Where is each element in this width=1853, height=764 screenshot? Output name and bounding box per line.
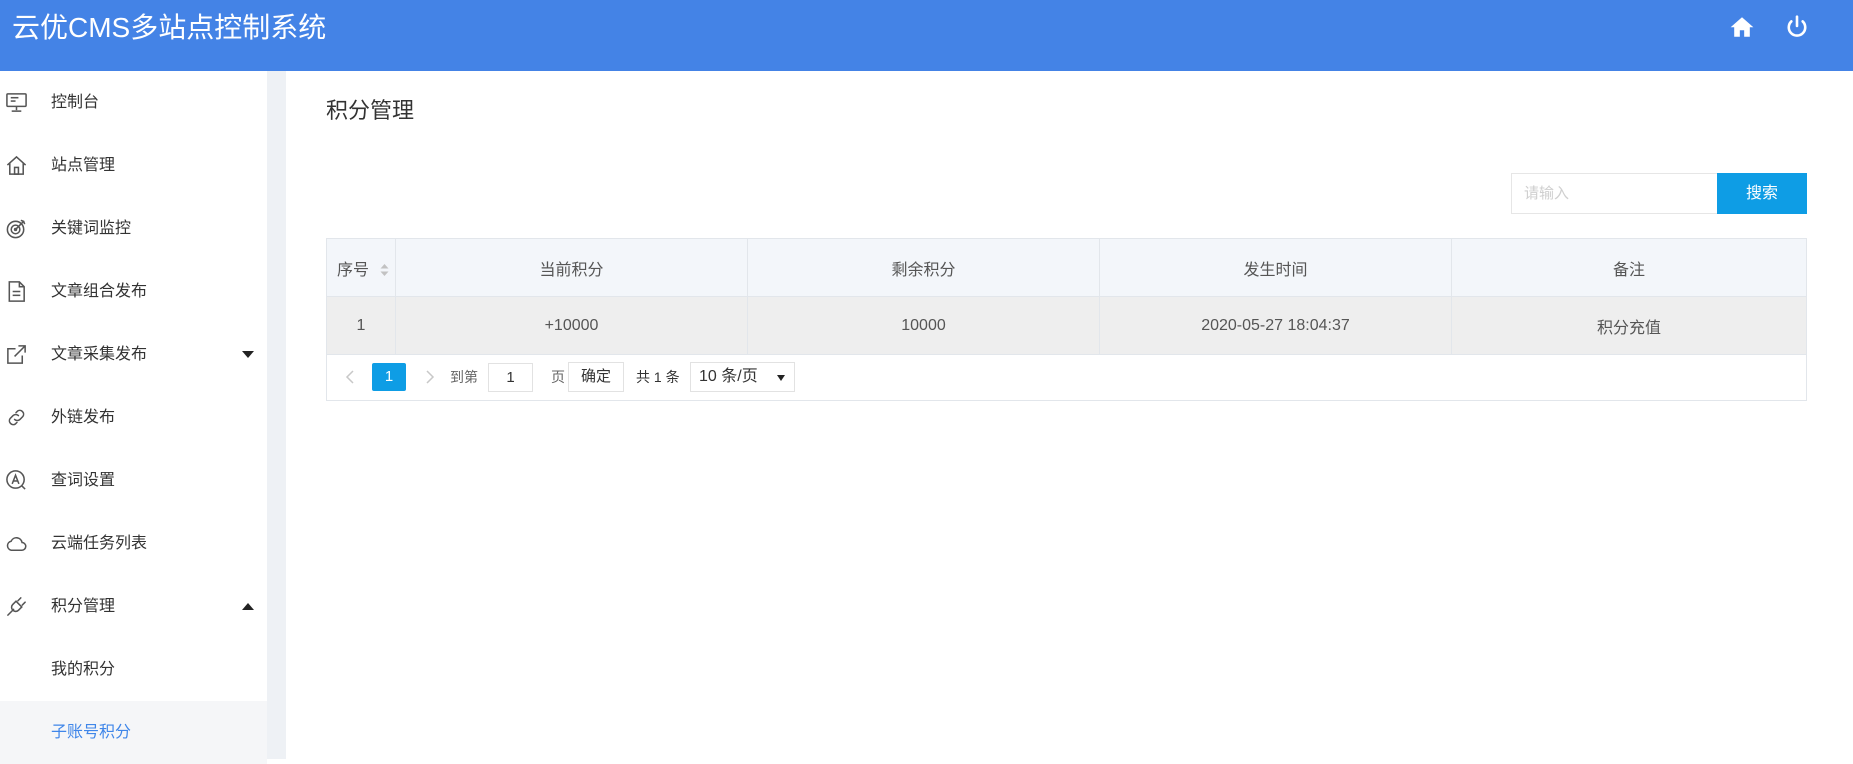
- cell-time: 2020-05-27 18:04:37: [1100, 297, 1452, 354]
- target-icon: [5, 217, 28, 240]
- link-icon: [5, 406, 28, 429]
- sidebar-item-query-settings[interactable]: 查词设置: [0, 449, 267, 512]
- pagination: 1 到第 页 确定 共 1 条 10 条/页: [327, 355, 1806, 400]
- column-header-time: 发生时间: [1100, 239, 1452, 296]
- column-header-index[interactable]: 序号: [327, 239, 396, 296]
- sidebar-item-label: 关键词监控: [51, 220, 132, 237]
- sidebar-item-dashboard[interactable]: 控制台: [0, 71, 267, 134]
- sidebar-subitem-subaccount-points[interactable]: 子账号积分: [0, 701, 267, 764]
- plug-icon: [5, 595, 28, 618]
- external-link-icon: [5, 343, 28, 366]
- sidebar-item-label: 积分管理: [51, 598, 116, 615]
- goto-label: 到第: [450, 369, 478, 385]
- page-size-value: 10 条/页: [699, 368, 758, 385]
- sidebar-divider: [267, 71, 286, 759]
- column-header-remaining-points: 剩余积分: [748, 239, 1100, 296]
- page-size-select[interactable]: 10 条/页: [690, 362, 795, 392]
- dropdown-arrow-icon: [777, 375, 785, 381]
- chevron-right-icon[interactable]: [420, 368, 438, 386]
- cell-index: 1: [327, 297, 396, 354]
- caret-up-icon: [242, 603, 254, 610]
- sidebar-item-label: 查词设置: [51, 472, 116, 489]
- total-count: 共 1 条: [636, 369, 680, 385]
- sidebar-item-sites[interactable]: 站点管理: [0, 134, 267, 197]
- sidebar-item-article-collect[interactable]: 文章采集发布: [0, 323, 267, 386]
- sidebar-item-external-links[interactable]: 外链发布: [0, 386, 267, 449]
- search-input[interactable]: [1511, 173, 1717, 214]
- caret-down-icon: [242, 351, 254, 358]
- home-icon[interactable]: [1729, 14, 1755, 40]
- search-button[interactable]: 搜索: [1717, 173, 1807, 214]
- sidebar-item-points[interactable]: 积分管理: [0, 575, 267, 638]
- sidebar-item-cloud-tasks[interactable]: 云端任务列表: [0, 512, 267, 575]
- goto-confirm-button[interactable]: 确定: [568, 362, 624, 392]
- page-suffix-label: 页: [551, 369, 565, 385]
- app-title: 云优CMS多站点控制系统: [12, 12, 327, 43]
- sidebar-subitem-my-points[interactable]: 我的积分: [0, 638, 267, 701]
- sidebar: 控制台 站点管理 关键词监控 文章组合发布 文章采集发布 外链发布 查词设置 云…: [0, 71, 267, 764]
- sidebar-item-label: 文章采集发布: [51, 346, 148, 363]
- top-header: 云优CMS多站点控制系统: [0, 0, 1853, 71]
- sidebar-item-label: 我的积分: [51, 661, 116, 678]
- cell-remaining-points: 10000: [748, 297, 1100, 354]
- sidebar-item-label: 文章组合发布: [51, 283, 148, 300]
- power-icon[interactable]: [1784, 14, 1810, 40]
- sidebar-item-label: 站点管理: [51, 157, 116, 174]
- search-a-icon: [5, 469, 28, 492]
- column-header-label: 序号: [337, 261, 370, 279]
- monitor-icon: [5, 91, 28, 114]
- chevron-left-icon[interactable]: [342, 368, 360, 386]
- home-icon: [5, 154, 28, 177]
- column-header-remark: 备注: [1612, 261, 1645, 279]
- sidebar-item-label: 云端任务列表: [51, 535, 148, 552]
- current-page-button[interactable]: 1: [372, 363, 406, 391]
- sidebar-item-label: 外链发布: [51, 409, 116, 426]
- sidebar-item-article-combine[interactable]: 文章组合发布: [0, 260, 267, 323]
- column-header-current-points: 当前积分: [396, 239, 748, 296]
- cell-current-points: +10000: [396, 297, 748, 354]
- sort-icon[interactable]: [380, 263, 389, 276]
- sidebar-item-label: 子账号积分: [51, 724, 132, 741]
- sidebar-item-keyword-monitor[interactable]: 关键词监控: [0, 197, 267, 260]
- goto-page-input[interactable]: [488, 363, 533, 392]
- document-icon: [5, 280, 28, 303]
- sidebar-item-label: 控制台: [51, 94, 100, 111]
- table-header-row: 序号 当前积分 剩余积分 发生时间 备注: [327, 239, 1806, 297]
- points-table: 序号 当前积分 剩余积分 发生时间 备注 1 +10000 10000 2020…: [326, 238, 1807, 401]
- cell-remark: 积分充值: [1596, 319, 1661, 337]
- table-row[interactable]: 1 +10000 10000 2020-05-27 18:04:37 积分充值: [327, 297, 1806, 355]
- cloud-icon: [5, 532, 28, 555]
- page-title: 积分管理: [326, 98, 415, 123]
